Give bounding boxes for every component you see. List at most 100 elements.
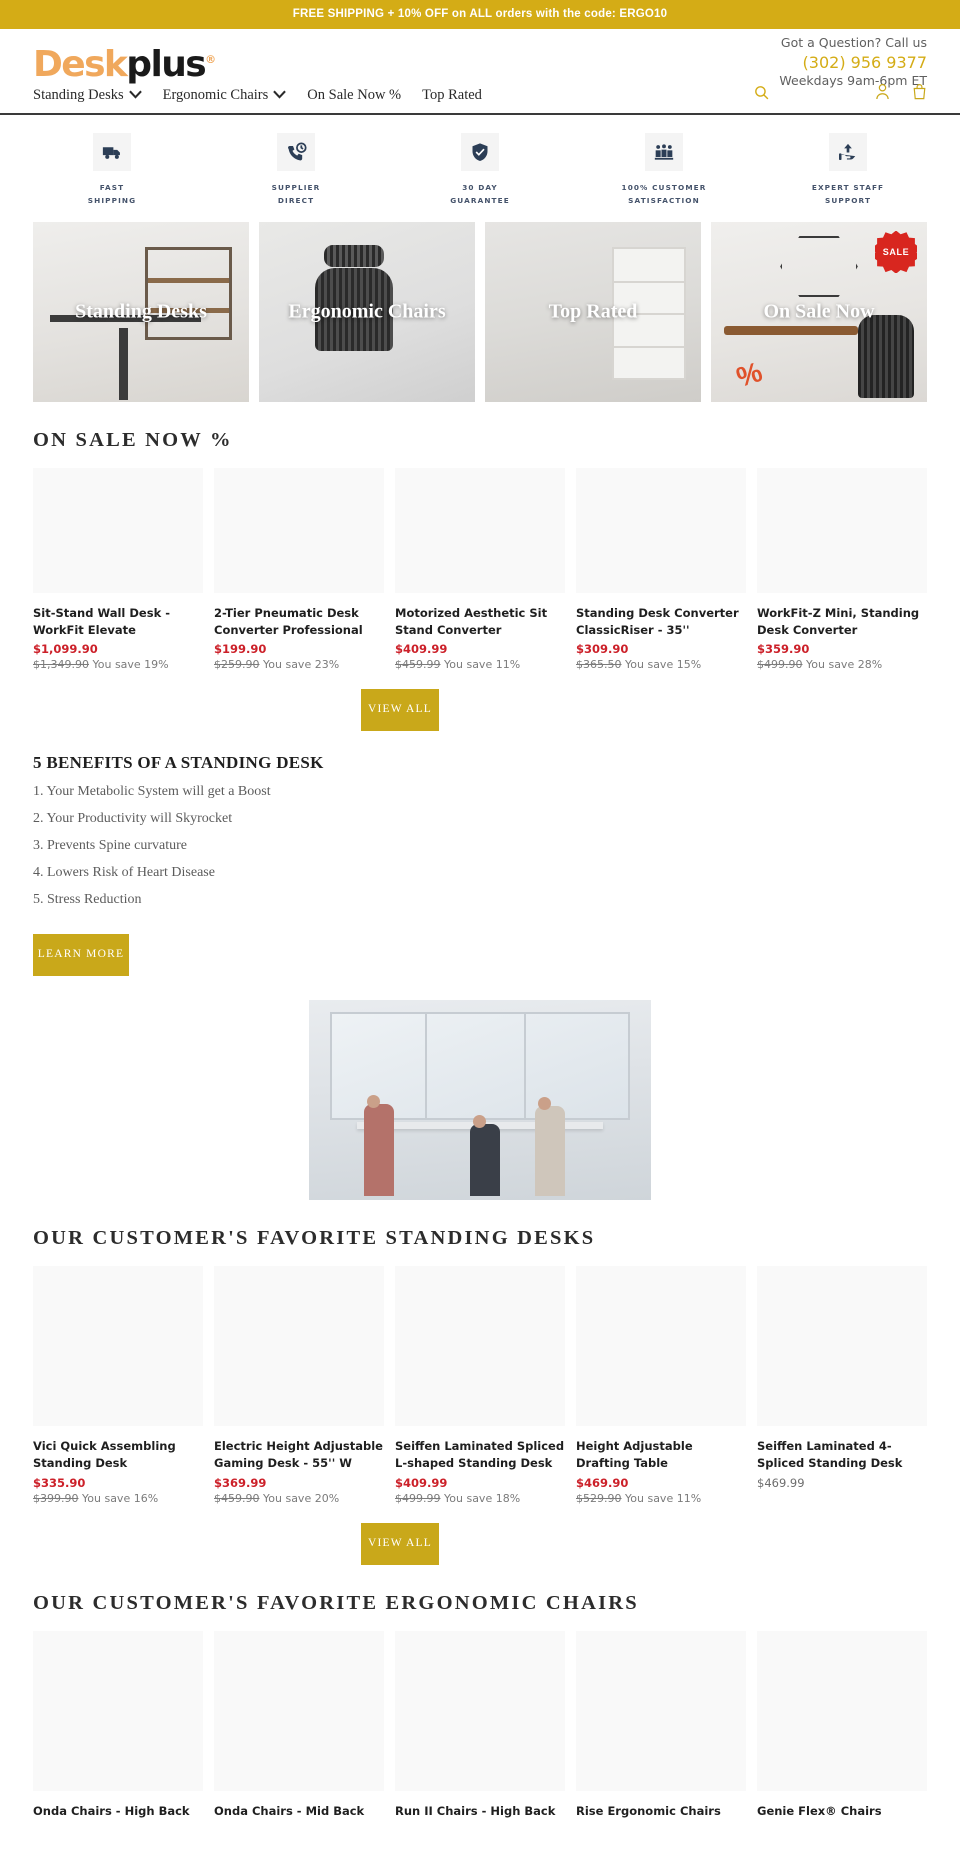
trust-badge-supplier-direct: SUPPLIER DIRECT [236,133,356,208]
bag-icon[interactable] [912,83,927,105]
product-compare-price: $499.99 You save 18% [395,1492,565,1505]
trust-badge-label: SUPPLIER DIRECT [236,182,356,208]
product-card[interactable]: Run II Chairs - High Back [395,1630,565,1820]
product-title: 2-Tier Pneumatic Desk Converter Professi… [214,605,363,637]
product-grid-on-sale: Sit-Stand Wall Desk - WorkFit Elevate $1… [0,467,960,672]
product-card[interactable]: Onda Chairs - Mid Back [214,1630,384,1820]
trust-badge-expert-staff-support: EXPERT STAFF SUPPORT [788,133,908,208]
shield-check-icon [461,133,499,171]
product-image [757,467,927,593]
nav-item-ergonomic-chairs[interactable]: Ergonomic Chairs [163,87,287,104]
category-title: Top Rated [548,300,638,323]
user-icon[interactable] [875,83,890,105]
product-card[interactable]: Motorized Aesthetic Sit Stand Converter … [395,467,565,671]
badge-line1: FAST [99,183,125,192]
compare-at: $499.99 [395,1491,441,1505]
badge-line2: SUPPORT [824,195,872,205]
nav-item-standing-desks[interactable]: Standing Desks [33,87,142,104]
product-title: Motorized Aesthetic Sit Stand Converter [395,605,548,637]
product-image [33,1630,203,1791]
product-card[interactable]: Seiffen Laminated 4-Spliced Standing Des… [757,1266,927,1505]
view-all-button-desks[interactable]: VIEW ALL [361,1522,439,1565]
product-card[interactable]: 2-Tier Pneumatic Desk Converter Professi… [214,467,384,672]
category-tiles: Standing Desks Ergonomic Chairs Top Rate… [0,221,960,402]
product-card[interactable]: Onda Chairs - High Back [33,1630,203,1820]
logo-text-desk: Desk [33,44,128,85]
view-all-button-on-sale[interactable]: VIEW ALL [361,689,439,732]
chair-headrest-decoration [323,244,385,267]
black-chair-decoration [857,315,915,398]
product-title: Onda Chairs - High Back [33,1803,190,1818]
chevron-down-icon [273,87,287,104]
benefits-title: 5 BENEFITS OF A STANDING DESK [33,753,324,773]
logo-text-plus: plus [126,44,206,85]
product-card[interactable]: Rise Ergonomic Chairs [576,1630,746,1820]
window-mullion [524,1012,527,1121]
wood-desk-decoration [723,325,858,335]
search-icon[interactable] [753,84,770,106]
chevron-down-icon [128,87,142,104]
site-logo[interactable]: Deskplus® [33,47,216,83]
product-price: $369.99 [214,1475,267,1490]
product-price: $469.99 [757,1475,805,1490]
product-title: Sit-Stand Wall Desk - WorkFit Elevate [33,605,170,637]
page-bottom-spacer [0,1820,960,1834]
benefit-item: 2. Your Productivity will Skyrocket [33,811,233,827]
compare-at: $459.90 [214,1491,260,1505]
savings-text: You save 19% [92,658,169,672]
nav-label: Ergonomic Chairs [162,87,269,103]
section-title-favorite-chairs: OUR CUSTOMER'S FAVORITE ERGONOMIC CHAIRS [33,1591,639,1614]
trust-badge-customer-satisfaction: 100% CUSTOMER SATISFACTION [604,133,724,208]
person-decoration [363,1104,394,1197]
category-title: On Sale Now [763,300,875,323]
product-title: Seiffen Laminated Spliced L-shaped Stand… [395,1439,565,1471]
window-mullion [425,1012,428,1121]
category-tile-ergonomic-chairs[interactable]: Ergonomic Chairs [259,221,475,402]
header-user-icons [875,83,927,105]
compare-at: $529.90 [576,1491,622,1505]
product-card[interactable]: Genie Flex® Chairs [757,1630,927,1820]
product-card[interactable]: Sit-Stand Wall Desk - WorkFit Elevate $1… [33,467,203,672]
truck-icon [93,133,131,171]
savings-text: You save 15% [625,658,702,672]
product-card[interactable]: Standing Desk Converter ClassicRiser - 3… [576,467,746,671]
savings-text: You save 23% [263,658,340,672]
product-image [395,1630,565,1791]
product-price: $335.90 [33,1475,86,1490]
person-decoration [534,1106,565,1197]
learn-more-button[interactable]: LEARN MORE [33,934,129,977]
product-compare-price: $499.90 You save 28% [757,658,927,671]
category-tile-on-sale-now[interactable]: % SALE On Sale Now [711,221,927,402]
product-title: Genie Flex® Chairs [757,1803,882,1818]
product-image [214,467,384,593]
product-title: Onda Chairs - Mid Back [214,1803,365,1818]
product-compare-price: $365.50 You save 15% [576,658,746,671]
contact-phone[interactable]: (302) 956 9377 [779,52,927,74]
product-title: Standing Desk Converter ClassicRiser - 3… [576,605,739,637]
product-price: $359.90 [757,642,810,657]
product-card[interactable]: Vici Quick Assembling Standing Desk $335… [33,1266,203,1505]
product-image [214,1630,384,1791]
shelf-decoration [145,246,232,341]
savings-text: You save 18% [444,1491,521,1505]
nav-item-on-sale-now[interactable]: On Sale Now % [307,87,401,104]
contact-question: Got a Question? Call us [780,35,927,50]
category-tile-top-rated[interactable]: Top Rated [485,221,701,402]
benefit-item: 5. Stress Reduction [33,892,142,908]
trust-badge-30-day-guarantee: 30 DAY GUARANTEE [420,133,540,208]
product-card[interactable]: WorkFit-Z Mini, Standing Desk Converter … [757,467,927,671]
people-icon [645,133,683,171]
product-image [757,1630,927,1791]
support-hand-icon [829,133,867,171]
product-image [33,467,203,593]
trust-badge-label: 30 DAY GUARANTEE [420,182,540,208]
product-card[interactable]: Seiffen Laminated Spliced L-shaped Stand… [395,1266,565,1505]
product-image [214,1266,384,1427]
product-title: Rise Ergonomic Chairs [576,1803,721,1818]
site-header: Deskplus® Got a Question? Call us (302) … [0,29,960,115]
savings-text: You save 16% [82,1491,159,1505]
category-tile-standing-desks[interactable]: Standing Desks [33,221,249,402]
nav-item-top-rated[interactable]: Top Rated [422,87,482,104]
product-card[interactable]: Electric Height Adjustable Gaming Desk -… [214,1266,384,1505]
product-card[interactable]: Height Adjustable Drafting Table $469.90… [576,1266,746,1505]
